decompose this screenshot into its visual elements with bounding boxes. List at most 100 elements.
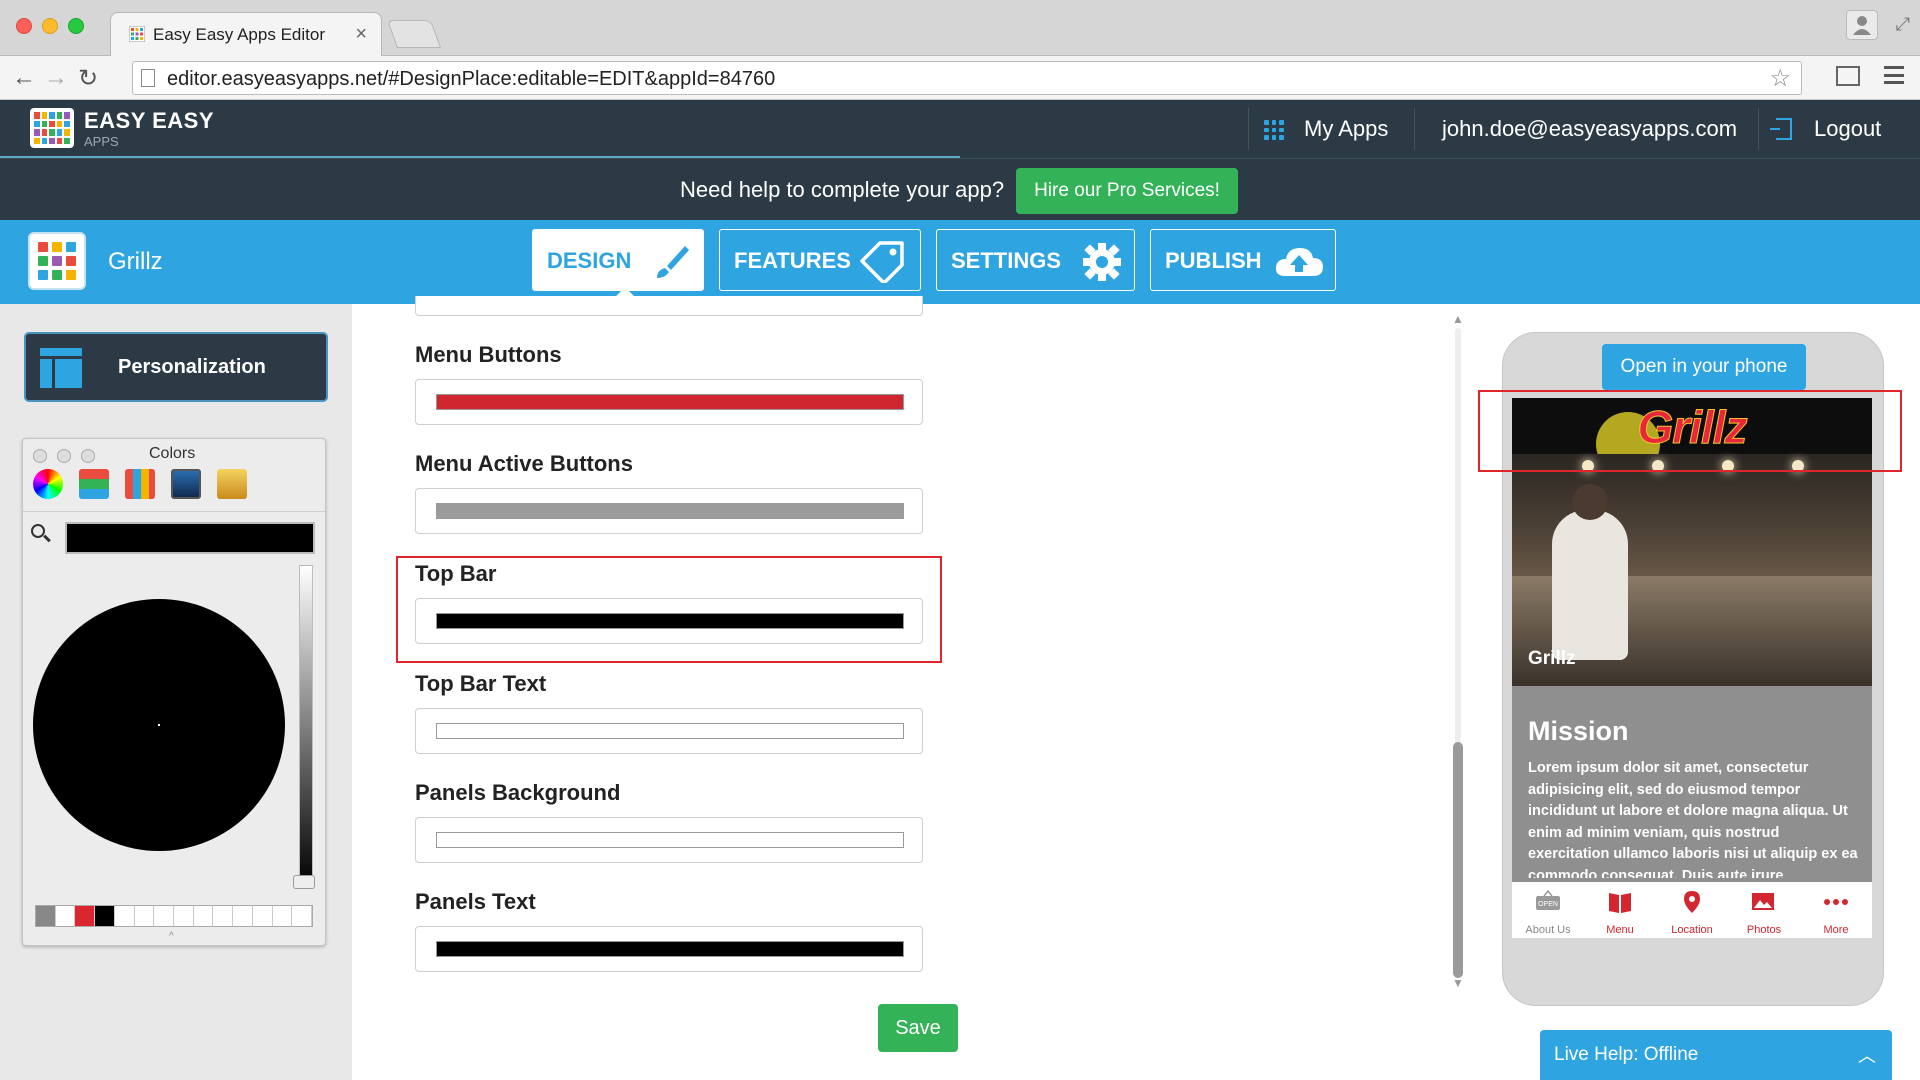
chevron-up-icon[interactable]: ︿ [1858,1042,1876,1068]
palette-swatch[interactable] [213,906,234,926]
logout-link[interactable]: Logout [1814,116,1881,142]
palettes-mode-icon[interactable] [125,469,155,499]
url-text[interactable]: editor.easyeasyapps.net/#DesignPlace:edi… [167,68,775,91]
preview-top-bar-highlight [1478,390,1902,472]
crayons-mode-icon[interactable] [217,469,247,499]
address-bar[interactable]: editor.easyeasyapps.net/#DesignPlace:edi… [132,61,1802,95]
tabbar-item-more[interactable]: More [1800,882,1872,938]
panel-zoom-button[interactable] [81,449,95,463]
reload-icon[interactable]: ↻ [78,64,98,93]
palette-swatch[interactable] [292,906,313,926]
tabbar-item-menu[interactable]: Menu [1584,882,1656,938]
minimize-window-button[interactable] [42,18,58,34]
resize-grip-icon[interactable]: ^ [169,931,174,942]
app-name: Grillz [108,248,163,275]
back-icon[interactable]: ← [12,64,36,92]
forward-icon[interactable]: → [44,64,68,92]
browser-toolbar: ← → ↻ editor.easyeasyapps.net/#DesignPla… [0,56,1920,100]
tabbar-item-photos[interactable]: Photos [1728,882,1800,938]
palette-swatch[interactable] [75,906,96,926]
palette-swatch[interactable] [174,906,194,926]
browser-menu-icon[interactable] [1884,66,1904,84]
tab-design[interactable]: DESIGN [532,229,704,291]
tabbar-label: Menu [1606,924,1634,936]
live-help-widget[interactable]: Live Help: Offline ︿ [1540,1030,1892,1080]
open-sign-icon: OPEN [1536,890,1560,910]
palette-swatch[interactable] [36,906,56,926]
open-in-phone-button[interactable]: Open in your phone [1602,344,1806,390]
cast-icon[interactable] [1836,66,1860,86]
profile-icon[interactable] [1846,10,1878,40]
field-label-menu-buttons: Menu Buttons [415,342,562,367]
brightness-slider[interactable] [299,565,313,887]
live-help-label: Live Help: Offline [1554,1044,1699,1065]
palette-swatch[interactable] [273,906,293,926]
browser-tab[interactable]: Easy Easy Apps Editor × [110,12,382,56]
panel-close-button[interactable] [33,449,47,463]
color-search-area [23,511,325,555]
content-scrollbar[interactable]: ▲ ▼ [1452,312,1464,992]
personalization-label: Personalization [118,356,266,378]
close-window-button[interactable] [16,18,32,34]
palette-swatch[interactable] [233,906,253,926]
logo-subtitle: APPS [84,134,119,149]
save-button[interactable]: Save [878,1004,958,1052]
color-field-top-bar-text[interactable] [415,708,923,754]
phone-screen: Grillz Grillz Mission Lorem ipsum dolor … [1512,398,1872,938]
brightness-slider-knob[interactable] [293,875,315,889]
paintbrush-icon [657,246,689,278]
tab-settings[interactable]: SETTINGS [936,229,1135,291]
palette-swatch[interactable] [135,906,155,926]
svg-text:OPEN: OPEN [1538,901,1558,908]
personalization-button[interactable]: Personalization [24,332,328,402]
color-field-partial[interactable] [415,296,923,316]
tab-title: Easy Easy Apps Editor [153,25,325,44]
color-bar [436,941,904,957]
palette-swatch[interactable] [253,906,273,926]
sliders-mode-icon[interactable] [79,469,109,499]
tab-close-icon[interactable]: × [355,23,367,46]
palette-swatch[interactable] [55,906,76,926]
color-wheel[interactable] [33,599,285,851]
tab-publish[interactable]: PUBLISH [1150,229,1336,291]
tab-features[interactable]: FEATURES [719,229,921,291]
tab-label: FEATURES [734,248,851,273]
panel-text: Lorem ipsum dolor sit amet, consectetur … [1528,760,1858,878]
field-label-panels-text: Panels Text [415,889,536,914]
apps-grid-icon[interactable] [1264,120,1284,140]
logo-title: EASY EASY [84,108,215,133]
image-palette-mode-icon[interactable] [171,469,201,499]
logout-icon[interactable] [1770,118,1792,140]
color-bar [436,394,904,410]
my-apps-link[interactable]: My Apps [1304,116,1388,142]
panel-minimize-button[interactable] [57,449,71,463]
color-field-panels-text[interactable] [415,926,923,972]
scroll-down-icon[interactable]: ▼ [1452,976,1464,990]
app-header: EASY EASY APPS My Apps john.doe@easyeasy… [0,100,1920,158]
color-field-panels-background[interactable] [415,817,923,863]
tabbar-item-about-us[interactable]: OPEN About Us [1512,882,1584,938]
bookmark-star-icon[interactable]: ☆ [1769,64,1791,93]
chef-head [1572,484,1608,520]
color-wheel-mode-icon[interactable] [33,469,63,499]
new-tab-button[interactable] [386,20,442,48]
color-field-menu-buttons[interactable] [415,379,923,425]
palette-swatch[interactable] [154,906,175,926]
panel-title: Mission [1528,716,1629,746]
maximize-window-button[interactable] [68,18,84,34]
user-email-link[interactable]: john.doe@easyeasyapps.com [1442,116,1737,142]
hire-pro-services-button[interactable]: Hire our Pro Services! [1016,168,1238,214]
app-icon[interactable] [28,232,86,290]
preview-panel: Mission Lorem ipsum dolor sit amet, cons… [1512,686,1872,882]
easyeasy-logo-icon[interactable] [30,108,74,148]
current-color-swatch[interactable] [65,522,315,554]
scroll-thumb[interactable] [1453,742,1463,978]
search-icon[interactable] [31,524,45,538]
scroll-up-icon[interactable]: ▲ [1452,312,1464,326]
fullscreen-icon[interactable]: ⤢ [1896,14,1910,35]
tabbar-item-location[interactable]: Location [1656,882,1728,938]
palette-swatch[interactable] [95,906,115,926]
color-field-menu-active-buttons[interactable] [415,488,923,534]
palette-swatch[interactable] [194,906,214,926]
palette-swatch[interactable] [115,906,135,926]
